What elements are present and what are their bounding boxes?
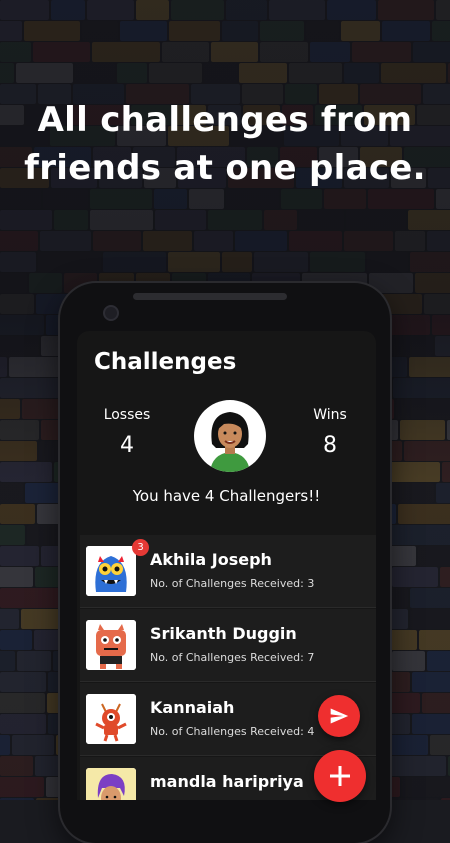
challenges-received: No. of Challenges Received: 7	[150, 651, 315, 664]
losses-label: Losses	[103, 407, 151, 423]
challenger-name: mandla haripriya	[150, 772, 304, 791]
losses-value: 4	[120, 433, 134, 458]
losses-stat: Losses 4	[92, 407, 162, 458]
wins-stat: Wins 8	[295, 407, 365, 458]
purple-hair-girl-icon	[86, 768, 136, 800]
add-challenge-button[interactable]	[314, 750, 366, 802]
phone-speaker	[133, 293, 287, 300]
red-imp-icon	[86, 694, 136, 744]
send-icon	[330, 708, 349, 724]
red-monster-icon	[86, 620, 136, 670]
challenges-received: No. of Challenges Received: 4	[150, 725, 315, 738]
challengers-summary: You have 4 Challengers!!	[132, 487, 321, 505]
wins-value: 8	[323, 433, 337, 458]
challenger-name: Srikanth Duggin	[150, 624, 297, 643]
challenger-avatar	[86, 768, 136, 800]
blue-monster-icon	[86, 546, 136, 596]
challenger-avatar	[86, 694, 136, 744]
user-avatar[interactable]	[194, 400, 266, 472]
challenger-name: Akhila Joseph	[150, 550, 272, 569]
wins-label: Wins	[313, 407, 347, 423]
challenger-avatar	[86, 546, 136, 596]
woman-avatar-icon	[210, 412, 250, 472]
challenge-list-item[interactable]: Srikanth Duggin No. of Challenges Receiv…	[80, 609, 376, 682]
headline-line-2: friends at one place.	[24, 148, 426, 188]
challenge-list-item[interactable]: 3 Akhila Joseph No. of Challenges Receiv…	[80, 535, 376, 608]
plus-icon	[330, 766, 350, 786]
challenger-name: Kannaiah	[150, 698, 235, 717]
promo-headline: All challenges from friends at one place…	[0, 96, 450, 192]
challenges-received: No. of Challenges Received: 3	[150, 577, 315, 590]
page-title: Challenges	[94, 349, 237, 375]
headline-line-1: All challenges from	[37, 100, 413, 140]
challenger-avatar	[86, 620, 136, 670]
send-challenge-button[interactable]	[318, 695, 360, 737]
notification-badge: 3	[132, 539, 149, 556]
phone-camera	[103, 305, 119, 321]
